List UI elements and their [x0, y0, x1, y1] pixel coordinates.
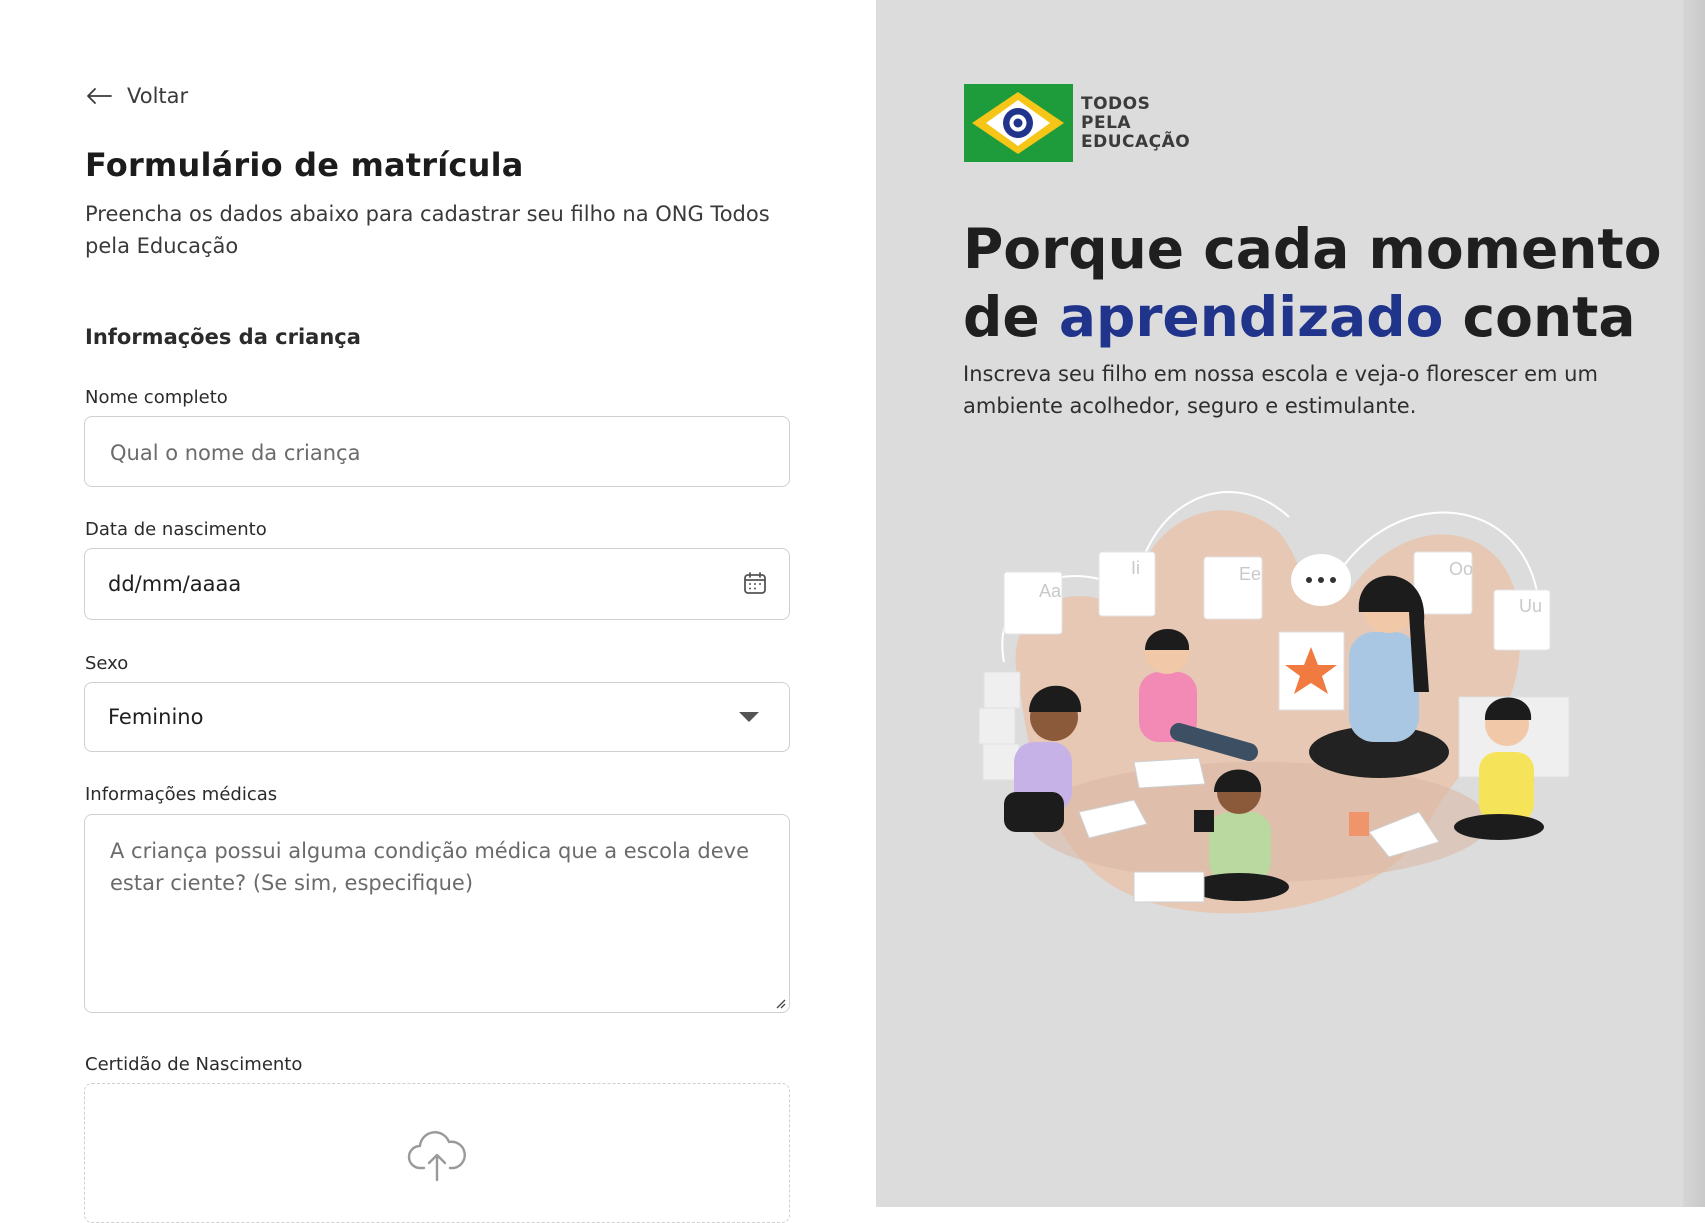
svg-text:Ee: Ee	[1239, 564, 1261, 584]
medical-field-box	[84, 814, 790, 1013]
svg-text:Ii: Ii	[1131, 558, 1140, 578]
certificate-label: Certidão de Nascimento	[85, 1054, 303, 1075]
back-label: Voltar	[127, 84, 189, 108]
birth-label: Data de nascimento	[85, 519, 267, 540]
hero-title-accent: aprendizado	[1058, 285, 1444, 349]
hero-title-part2: conta	[1443, 285, 1636, 349]
page-title: Formulário de matrícula	[85, 146, 524, 184]
medical-label: Informações médicas	[85, 784, 278, 805]
sex-label: Sexo	[85, 653, 129, 674]
page-subtitle: Preencha os dados abaixo para cadastrar …	[85, 202, 770, 258]
sex-select-value: Feminino	[108, 705, 204, 729]
hero-panel: TODOS PELA EDUCAÇÃO Porque cada momento …	[876, 0, 1705, 1207]
hero-subtitle: Inscreva seu filho em nossa escola e vej…	[963, 362, 1598, 418]
logo-line: TODOS	[1081, 93, 1151, 114]
svg-text:Aa: Aa	[1039, 581, 1062, 601]
certificate-upload-dropzone[interactable]	[84, 1083, 790, 1223]
resize-grip-icon[interactable]	[774, 997, 786, 1009]
name-field-box	[84, 416, 790, 488]
hero-title: Porque cada momento de aprendizado conta	[963, 215, 1683, 351]
logo-line: PELA	[1081, 112, 1132, 133]
brazil-flag-icon	[964, 84, 1073, 162]
arrow-left-icon	[87, 88, 112, 104]
calendar-icon[interactable]	[743, 571, 767, 595]
name-input[interactable]	[108, 417, 752, 488]
svg-text:Uu: Uu	[1519, 596, 1542, 616]
section-title: Informações da criança	[85, 325, 361, 349]
birth-field-box: dd/mm/aaaa	[84, 548, 790, 620]
sex-select[interactable]: Feminino	[84, 682, 790, 752]
cloud-upload-icon	[407, 1131, 466, 1182]
birth-date-input[interactable]: dd/mm/aaaa	[108, 549, 241, 619]
back-link[interactable]: Voltar	[85, 84, 188, 108]
svg-text:Oo: Oo	[1449, 559, 1473, 579]
brand-logo: TODOS PELA EDUCAÇÃO	[964, 84, 1190, 162]
form-panel: Voltar Formulário de matrícula Preencha …	[0, 0, 876, 1223]
medical-textarea[interactable]	[108, 833, 762, 987]
chevron-down-icon	[739, 712, 759, 722]
panel-edge	[1683, 0, 1705, 1207]
name-label: Nome completo	[85, 387, 228, 408]
brand-logo-text: TODOS PELA EDUCAÇÃO	[1081, 93, 1191, 152]
logo-line: EDUCAÇÃO	[1081, 131, 1191, 152]
classroom-illustration: Aa Ii Ee Oo Uu	[978, 491, 1570, 914]
